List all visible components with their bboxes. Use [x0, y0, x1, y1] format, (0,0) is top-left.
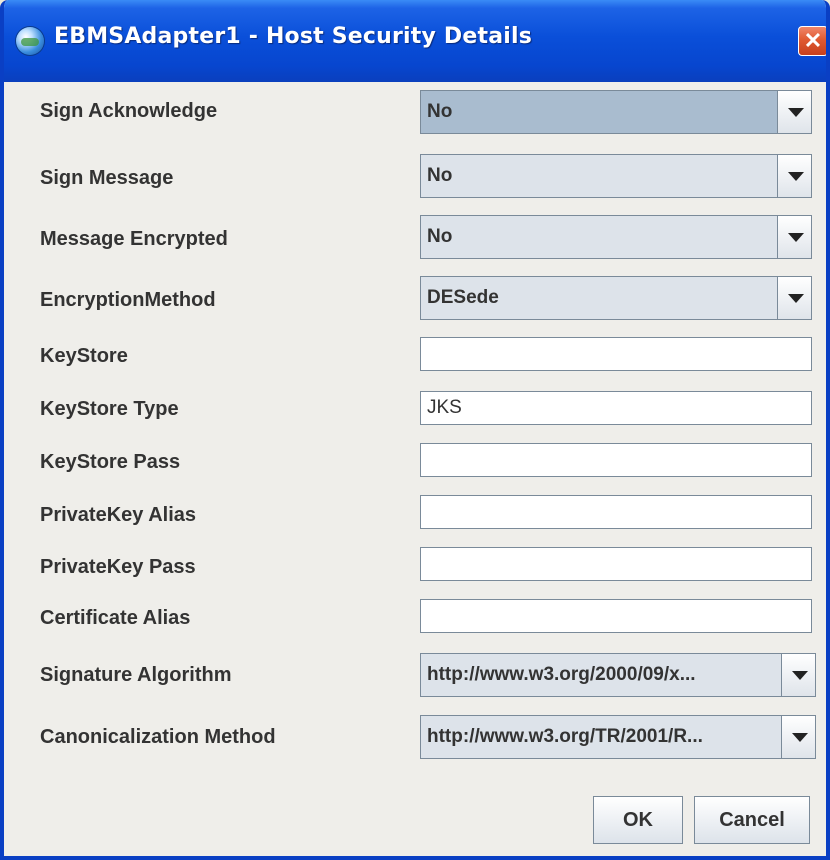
message-encrypted-value: No	[427, 226, 453, 247]
dialog-window: EBMSAdapter1 - Host Security Details ✕ S…	[0, 0, 830, 860]
keystore-type-label: KeyStore Type	[40, 398, 179, 420]
canonicalization-method-label: Canonicalization Method	[40, 726, 276, 748]
privatekey-pass-input[interactable]	[420, 547, 812, 581]
keystore-type-input[interactable]: JKS	[420, 391, 812, 425]
sign-message-label: Sign Message	[40, 167, 174, 189]
cancel-button[interactable]: Cancel	[694, 796, 810, 844]
keystore-label: KeyStore	[40, 345, 128, 367]
chevron-down-icon[interactable]	[781, 654, 815, 696]
sign-acknowledge-value: No	[427, 101, 453, 122]
privatekey-alias-input[interactable]	[420, 495, 812, 529]
privatekey-pass-label: PrivateKey Pass	[40, 556, 196, 578]
privatekey-alias-label: PrivateKey Alias	[40, 504, 197, 526]
encryption-method-select[interactable]: DESede	[420, 276, 812, 320]
message-encrypted-label: Message Encrypted	[40, 228, 228, 250]
chevron-down-icon[interactable]	[777, 155, 811, 197]
message-encrypted-select[interactable]: No	[420, 215, 812, 259]
keystore-pass-input[interactable]	[420, 443, 812, 477]
signature-algorithm-value: http://www.w3.org/2000/09/x...	[427, 664, 696, 685]
close-button[interactable]: ✕	[798, 26, 826, 56]
window-title: EBMSAdapter1 - Host Security Details	[54, 24, 533, 49]
signature-algorithm-select[interactable]: http://www.w3.org/2000/09/x...	[420, 653, 816, 697]
sign-acknowledge-label: Sign Acknowledge	[40, 100, 218, 122]
chevron-down-icon[interactable]	[777, 216, 811, 258]
chevron-down-icon[interactable]	[781, 716, 815, 758]
canonicalization-method-select[interactable]: http://www.w3.org/TR/2001/R...	[420, 715, 816, 759]
keystore-input[interactable]	[420, 337, 812, 371]
close-icon: ✕	[803, 28, 823, 53]
encryption-method-label: EncryptionMethod	[40, 289, 216, 311]
title-bar[interactable]: EBMSAdapter1 - Host Security Details ✕	[4, 0, 826, 82]
keystore-pass-label: KeyStore Pass	[40, 451, 181, 473]
sign-acknowledge-select[interactable]: No	[420, 90, 812, 134]
chevron-down-icon[interactable]	[777, 277, 811, 319]
chevron-down-icon[interactable]	[777, 91, 811, 133]
globe-app-icon	[16, 27, 44, 55]
sign-message-select[interactable]: No	[420, 154, 812, 198]
signature-algorithm-label: Signature Algorithm	[40, 664, 232, 686]
canonicalization-method-value: http://www.w3.org/TR/2001/R...	[427, 726, 703, 747]
ok-button[interactable]: OK	[593, 796, 683, 844]
sign-message-value: No	[427, 165, 453, 186]
certificate-alias-label: Certificate Alias	[40, 607, 191, 629]
encryption-method-value: DESede	[427, 287, 499, 308]
certificate-alias-input[interactable]	[420, 599, 812, 633]
